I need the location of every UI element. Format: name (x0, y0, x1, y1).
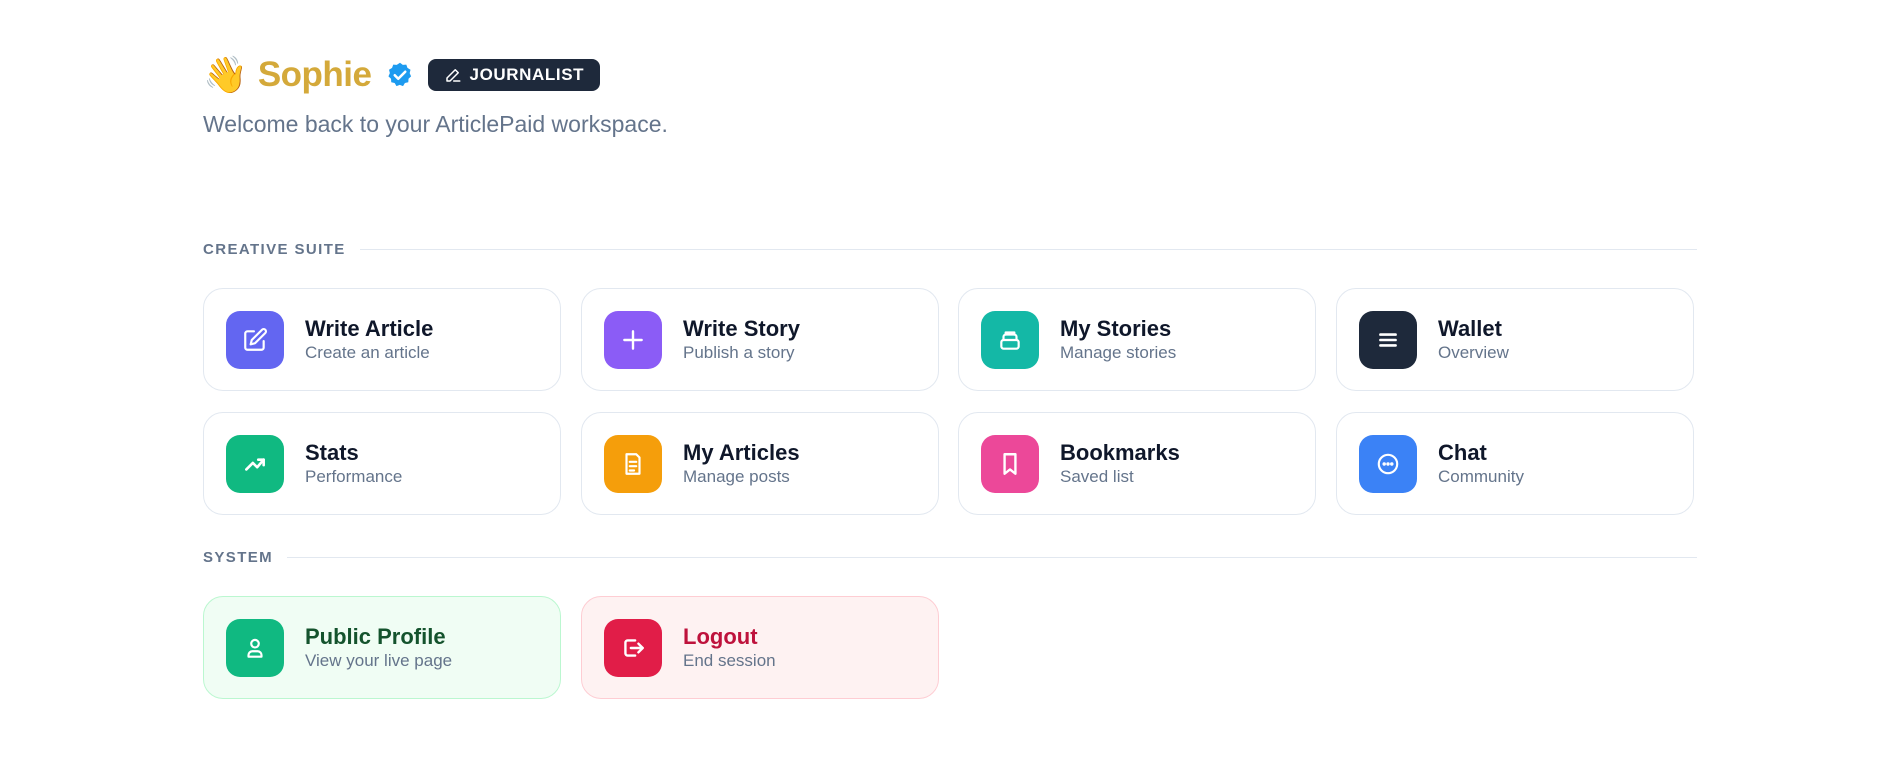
card-text: Write Story Publish a story (683, 315, 800, 364)
icon-tile (226, 434, 284, 493)
card-text: My Stories Manage stories (1060, 315, 1176, 364)
card-subtitle: End session (683, 651, 776, 670)
trending-up-icon (245, 457, 265, 471)
card-text: Bookmarks Saved list (1060, 439, 1180, 488)
card-bookmarks[interactable]: Bookmarks Saved list (958, 412, 1316, 515)
card-title: Stats (305, 440, 359, 465)
document-icon (625, 452, 641, 475)
card-subtitle: Manage posts (683, 467, 790, 486)
edit-icon (244, 327, 267, 351)
card-subtitle: Overview (1438, 343, 1509, 362)
section-label-creative-suite: CREATIVE SUITE (203, 241, 1697, 258)
section-divider (287, 557, 1697, 558)
card-subtitle: Create an article (305, 343, 430, 362)
card-text: Stats Performance (305, 439, 402, 488)
role-badge: JOURNALIST (427, 59, 601, 91)
icon-tile (226, 310, 284, 369)
welcome-header: 👋 Sophie JOURNALIST Welcome back to your… (203, 55, 668, 138)
dashboard: 👋 Sophie JOURNALIST Welcome back to your… (0, 0, 1888, 781)
icon-tile (1359, 434, 1417, 493)
card-text: Wallet Overview (1438, 315, 1509, 364)
chat-icon (1377, 453, 1399, 474)
card-write-story[interactable]: Write Story Publish a story (581, 288, 939, 391)
wave-emoji: 👋 (203, 54, 248, 95)
card-text: Write Article Create an article (305, 315, 433, 364)
section-title: SYSTEM (203, 549, 274, 566)
icon-tile (604, 618, 662, 677)
icon-tile (226, 618, 284, 677)
card-title: Write Story (683, 316, 800, 341)
card-subtitle: View your live page (305, 651, 453, 670)
card-text: My Articles Manage posts (683, 439, 800, 488)
card-text: Public Profile View your live page (305, 623, 452, 672)
card-wallet[interactable]: Wallet Overview (1336, 288, 1694, 391)
icon-tile (604, 434, 662, 493)
title-row: 👋 Sophie JOURNALIST (203, 55, 668, 95)
menu-icon (1379, 332, 1397, 347)
bookmark-icon (1003, 452, 1017, 475)
card-title: Public Profile (305, 624, 446, 649)
card-title: Write Article (305, 316, 434, 341)
user-name: Sophie (257, 55, 372, 94)
user-icon (247, 638, 263, 658)
section-label-system: SYSTEM (203, 549, 1697, 566)
card-title: Wallet (1438, 316, 1502, 341)
card-title: My Articles (683, 440, 800, 465)
card-write-article[interactable]: Write Article Create an article (203, 288, 561, 391)
card-logout[interactable]: Logout End session (581, 596, 939, 699)
card-title: Bookmarks (1060, 440, 1180, 465)
card-title: Logout (683, 624, 758, 649)
card-subtitle: Community (1438, 467, 1524, 486)
card-text: Logout End session (683, 623, 776, 672)
card-title: Chat (1438, 440, 1487, 465)
role-badge-label: JOURNALIST (469, 65, 585, 84)
icon-tile (604, 310, 662, 369)
verified-badge-icon (387, 62, 411, 87)
section-title: CREATIVE SUITE (203, 241, 346, 258)
card-chat[interactable]: Chat Community (1336, 412, 1694, 515)
card-subtitle: Performance (305, 467, 403, 486)
plus-icon (623, 329, 643, 350)
pen-icon (445, 69, 461, 82)
welcome-subtitle: Welcome back to your ArticlePaid workspa… (203, 111, 668, 137)
card-my-articles[interactable]: My Articles Manage posts (581, 412, 939, 515)
card-text: Chat Community (1438, 439, 1524, 488)
icon-tile (981, 434, 1039, 493)
card-subtitle: Publish a story (683, 343, 795, 362)
icon-tile (981, 310, 1039, 369)
icon-tile (1359, 310, 1417, 369)
card-stats[interactable]: Stats Performance (203, 412, 561, 515)
card-subtitle: Saved list (1060, 467, 1134, 486)
card-public-profile[interactable]: Public Profile View your live page (203, 596, 561, 699)
logout-icon (624, 638, 644, 657)
section-divider (359, 249, 1697, 250)
card-subtitle: Manage stories (1060, 343, 1177, 362)
stack-icon (1000, 330, 1020, 350)
card-my-stories[interactable]: My Stories Manage stories (958, 288, 1316, 391)
card-title: My Stories (1060, 316, 1172, 341)
